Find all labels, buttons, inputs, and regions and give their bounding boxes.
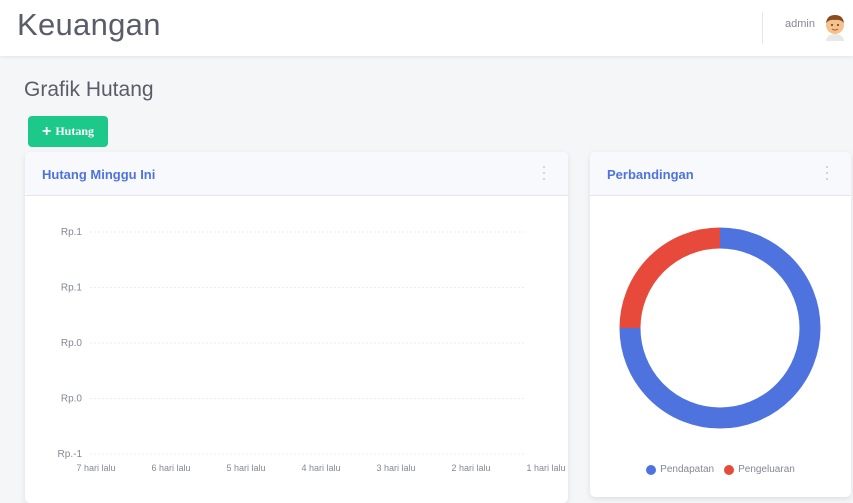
pie-chart-card: Perbandingan Pendapatan Pengeluaran (590, 152, 851, 497)
x-tick-label: 7 hari lalu (76, 463, 115, 473)
user-name[interactable]: admin (785, 18, 815, 30)
x-tick-label: 1 hari lalu (526, 463, 565, 473)
avatar[interactable] (823, 13, 847, 41)
legend-item-pengeluaran[interactable]: Pengeluaran (724, 464, 795, 475)
add-hutang-label: Hutang (55, 124, 95, 138)
topbar-divider (762, 12, 763, 44)
donut-slice-pengeluaran[interactable] (619, 227, 721, 329)
topbar: Keuangan admin (0, 0, 853, 56)
legend-dot (724, 464, 735, 475)
card-menu-icon[interactable] (542, 166, 546, 180)
add-hutang-button[interactable]: + Hutang (28, 116, 108, 147)
x-tick-label: 6 hari lalu (151, 463, 190, 473)
legend-label: Pendapatan (660, 464, 715, 475)
app-title: Keuangan (17, 7, 161, 42)
plus-icon: + (41, 122, 52, 140)
legend-dot (646, 464, 657, 475)
y-tick-label: Rp.-1 (58, 449, 83, 460)
line-card-header: Hutang Minggu Ini (25, 152, 568, 196)
y-tick-label: Rp.0 (61, 394, 83, 405)
x-tick-label: 3 hari lalu (376, 463, 415, 473)
line-card-title: Hutang Minggu Ini (42, 167, 156, 182)
legend-item-pendapatan[interactable]: Pendapatan (646, 464, 714, 475)
line-chart-card: Hutang Minggu Ini Rp.1 Rp.1 Rp.0 Rp.0 Rp.-1 7… (25, 152, 568, 503)
legend-label: Pengeluaran (738, 464, 795, 475)
card-menu-icon[interactable] (825, 166, 829, 180)
y-tick-label: Rp.0 (61, 338, 83, 349)
pie-legend: Pendapatan Pengeluaran (590, 464, 851, 475)
x-tick-label: 5 hari lalu (226, 463, 265, 473)
donut-chart (619, 227, 821, 429)
pie-card-header: Perbandingan (590, 152, 851, 196)
y-tick-label: Rp.1 (61, 283, 83, 294)
line-chart: Rp.1 Rp.1 Rp.0 Rp.0 Rp.-1 7 hari lalu 6 hari l… (58, 227, 566, 473)
pie-card-title: Perbandingan (607, 167, 694, 182)
y-tick-label: Rp.1 (61, 227, 83, 238)
x-tick-label: 4 hari lalu (301, 463, 340, 473)
page-title: Grafik Hutang (24, 78, 154, 101)
x-tick-label: 2 hari lalu (451, 463, 490, 473)
